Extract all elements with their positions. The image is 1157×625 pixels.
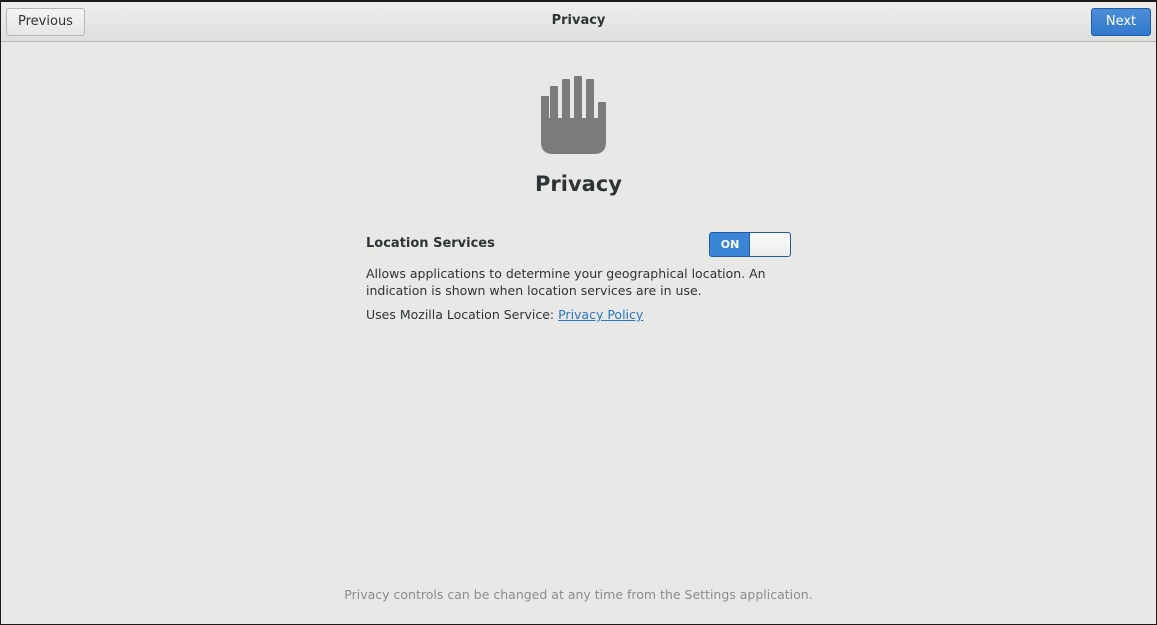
header-title: Privacy	[551, 13, 606, 28]
location-services-description: Allows applications to determine your ge…	[366, 266, 766, 298]
mozilla-location-service-line: Uses Mozilla Location Service: Privacy P…	[366, 307, 643, 322]
uses-prefix-text: Uses Mozilla Location Service:	[366, 307, 559, 322]
next-button[interactable]: Next	[1091, 8, 1151, 36]
footer-note: Privacy controls can be changed at any t…	[344, 587, 813, 602]
toggle-on-text: ON	[720, 238, 740, 251]
page-title: Privacy	[535, 172, 622, 196]
header-bar: Previous Privacy Next	[1, 2, 1156, 42]
toggle-knob	[749, 233, 790, 256]
location-services-toggle[interactable]: ON	[709, 232, 791, 257]
hand-stop-icon	[541, 76, 606, 154]
location-services-label: Location Services	[366, 236, 495, 251]
setup-window: Previous Privacy Next Privacy Location S…	[0, 0, 1157, 625]
privacy-policy-link[interactable]: Privacy Policy	[558, 307, 643, 322]
